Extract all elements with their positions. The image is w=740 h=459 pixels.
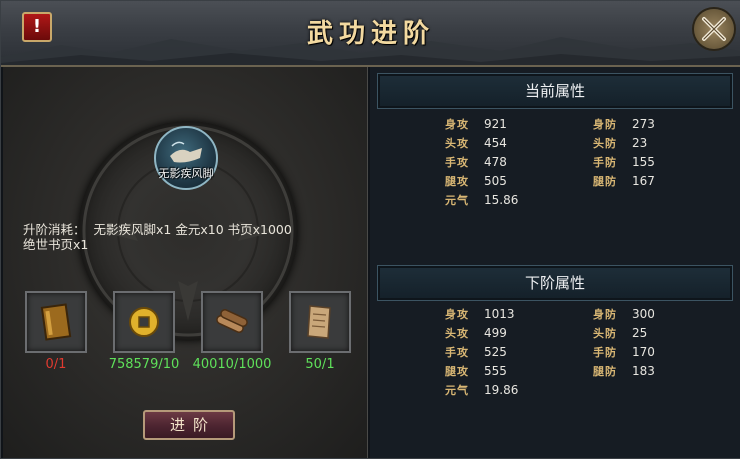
material-slot-parchment[interactable] — [289, 291, 351, 353]
material-count-coin: 758579/10 — [108, 357, 180, 372]
title-bar: ! 武功进阶 — [1, 1, 740, 67]
parchment-icon — [307, 305, 331, 339]
cost-label: 升阶消耗： — [23, 222, 86, 237]
material-count-parchment: 50/1 — [305, 357, 335, 372]
cost-items-line2: 绝世书页x1 — [23, 237, 89, 252]
material-count-book: 0/1 — [45, 357, 67, 372]
skill-name: 无影疾风脚 — [158, 167, 214, 180]
cost-items-line1: 无影疾风脚x1 金元x10 书页x1000 — [93, 222, 292, 237]
close-icon — [702, 17, 726, 41]
current-attributes-header: 当前属性 — [377, 73, 733, 109]
skill-advance-window: ! 武功进阶 无影疾风脚 升阶消耗： 无影疾风脚x1 金元x10 书页x1000… — [0, 0, 740, 459]
coin-icon — [129, 307, 159, 337]
upgrade-cost: 升阶消耗： 无影疾风脚x1 金元x10 书页x1000 绝世书页x1 — [23, 222, 323, 252]
material-slot-coin[interactable] — [113, 291, 175, 353]
next-attributes-header: 下阶属性 — [377, 265, 733, 301]
material-slot-scrolls[interactable] — [201, 291, 263, 353]
material-slot-book[interactable] — [25, 291, 87, 353]
attributes-panel: 当前属性 身攻 921 头攻 454 手攻 478 腿攻 505 元气 15.86 身防 2… — [370, 67, 740, 458]
material-count-scrolls: 40010/1000 — [192, 357, 272, 372]
scroll-bundle-icon — [216, 309, 248, 333]
advance-panel: 无影疾风脚 升阶消耗： 无影疾风脚x1 金元x10 书页x1000 绝世书页x1 — [3, 67, 368, 458]
advance-button[interactable]: 进阶 — [143, 410, 235, 440]
kick-icon — [170, 141, 202, 163]
book-icon — [40, 303, 72, 341]
close-button[interactable] — [694, 9, 734, 49]
window-title: 武功进阶 — [306, 19, 435, 49]
